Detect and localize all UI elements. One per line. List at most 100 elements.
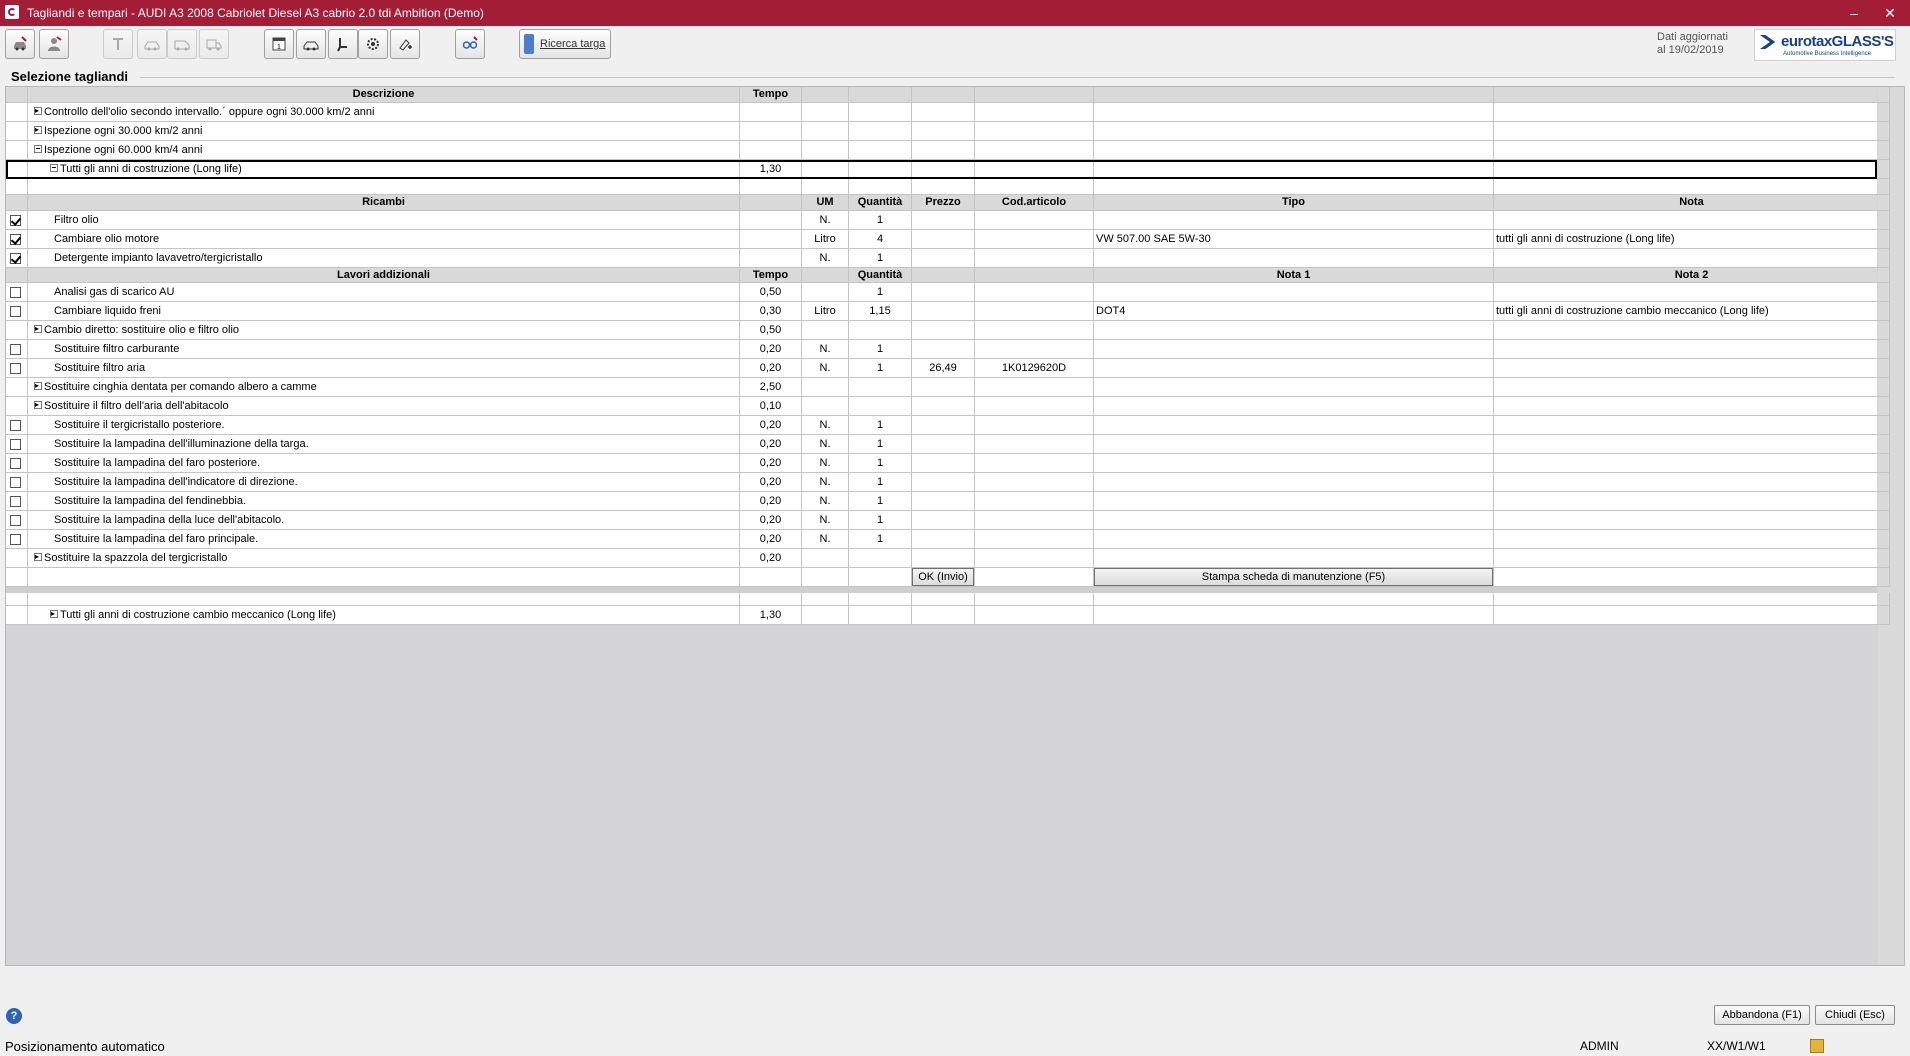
lavori-row[interactable]: Sostituire filtro aria 0,20 N. 1 26,49 1K0129… xyxy=(6,359,1890,378)
interval-row[interactable]: Tutti gli anni di costruzione cambio mec… xyxy=(6,606,1890,625)
lavori-row[interactable]: Cambio diretto: sostituire olio e filtro… xyxy=(6,321,1890,340)
van-button[interactable] xyxy=(167,29,197,59)
row-empty xyxy=(975,141,1094,160)
row-checkbox-cell xyxy=(6,283,28,302)
row-label: Detergente impianto lavavetro/tergicrist… xyxy=(54,252,263,264)
collapse-icon[interactable] xyxy=(50,164,58,173)
expand-icon[interactable] xyxy=(34,325,42,334)
row-checkbox[interactable] xyxy=(10,477,21,488)
row-label: Sostituire la lampadina del fendinebbia. xyxy=(54,495,247,507)
row-checkbox[interactable] xyxy=(10,253,21,264)
row-empty xyxy=(849,103,912,122)
row-empty xyxy=(912,593,975,606)
header-um: UM xyxy=(802,195,849,211)
lavori-label: Sostituire il filtro dell'aria dell'abit… xyxy=(28,397,740,416)
row-checkbox[interactable] xyxy=(10,439,21,450)
ricambi-row[interactable]: Detergente impianto lavavetro/tergicrist… xyxy=(6,249,1890,268)
row-checkbox[interactable] xyxy=(10,420,21,431)
close-icon[interactable]: ✕ xyxy=(1870,0,1910,26)
row-checkbox[interactable] xyxy=(10,234,21,245)
stampa-button[interactable]: Stampa scheda di manutenzione (F5) xyxy=(1094,568,1493,586)
lavori-row[interactable]: Sostituire la lampadina della luce dell'… xyxy=(6,511,1890,530)
row-label: Tutti gli anni di costruzione cambio mec… xyxy=(60,609,336,621)
lavori-row[interactable]: Sostituire la lampadina del faro posteri… xyxy=(6,454,1890,473)
lavori-row[interactable]: Sostituire il tergicristallo posteriore.… xyxy=(6,416,1890,435)
expand-icon[interactable] xyxy=(50,610,58,619)
ricambi-cod xyxy=(975,230,1094,249)
lavori-row[interactable]: Sostituire la lampadina dell'indicatore … xyxy=(6,473,1890,492)
row-checkbox[interactable] xyxy=(10,458,21,469)
expand-icon[interactable] xyxy=(34,401,42,410)
expand-icon[interactable] xyxy=(34,553,42,562)
car-small-button[interactable] xyxy=(137,29,167,59)
glasses-button[interactable] xyxy=(455,29,485,59)
ok-button[interactable]: OK (Invio) xyxy=(912,568,974,586)
car-service-button[interactable] xyxy=(5,29,35,59)
text-tool-button[interactable] xyxy=(103,29,133,59)
abbandona-button[interactable]: Abbandona (F1) xyxy=(1714,1005,1810,1025)
interval-row[interactable]: Controllo dell'olio secondo intervallo.´… xyxy=(6,103,1890,122)
calendar-button[interactable]: 1 xyxy=(264,29,294,59)
lavori-row[interactable]: Sostituire filtro carburante 0,20 N. 1 xyxy=(6,340,1890,359)
lavori-row[interactable]: Sostituire la lampadina dell'illuminazio… xyxy=(6,435,1890,454)
row-empty xyxy=(849,179,912,195)
ricambi-tipo xyxy=(1094,211,1494,230)
lavori-row[interactable]: Analisi gas di scarico AU 0,50 1 xyxy=(6,283,1890,302)
add-part-button[interactable] xyxy=(390,29,420,59)
lavori-row[interactable]: Sostituire la spazzola del tergicristall… xyxy=(6,549,1890,568)
lavori-um: N. xyxy=(802,416,849,435)
minimize-icon[interactable]: – xyxy=(1834,0,1874,26)
header-empty xyxy=(975,268,1094,283)
row-checkbox[interactable] xyxy=(10,363,21,374)
truck-button[interactable] xyxy=(199,29,229,59)
row-checkbox[interactable] xyxy=(10,515,21,526)
help-icon[interactable]: ? xyxy=(6,1008,22,1024)
header-empty xyxy=(802,268,849,283)
person-service-button[interactable] xyxy=(39,29,69,59)
lavori-row[interactable]: Sostituire il filtro dell'aria dell'abit… xyxy=(6,397,1890,416)
lavori-row[interactable]: Sostituire la lampadina del faro princip… xyxy=(6,530,1890,549)
collapse-icon[interactable] xyxy=(34,145,42,154)
ricambi-label: Filtro olio xyxy=(28,211,740,230)
expand-icon[interactable] xyxy=(34,382,42,391)
toolbar: 1 xyxy=(0,26,1910,68)
row-checkbox[interactable] xyxy=(10,287,21,298)
interval-row[interactable]: Tutti gli anni di costruzione (Long life… xyxy=(6,160,1890,179)
row-checkbox[interactable] xyxy=(10,215,21,226)
stampa-cell: Stampa scheda di manutenzione (F5) xyxy=(1094,568,1494,587)
lavori-row[interactable]: Sostituire la lampadina del fendinebbia.… xyxy=(6,492,1890,511)
lavori-row[interactable]: Cambiare liquido freni 0,30 Litro 1,15 DOT4 t… xyxy=(6,302,1890,321)
row-checkbox[interactable] xyxy=(10,344,21,355)
row-spacer xyxy=(6,103,28,122)
row-label: Cambiare liquido freni xyxy=(54,305,161,317)
header-descrizione[interactable]: Descrizione xyxy=(28,87,740,103)
row-checkbox[interactable] xyxy=(10,534,21,545)
settings-button[interactable] xyxy=(358,29,388,59)
expand-icon[interactable] xyxy=(34,107,42,116)
row-empty xyxy=(1094,122,1494,141)
ricambi-tempo xyxy=(740,230,802,249)
header-tempo[interactable]: Tempo xyxy=(740,87,802,103)
row-empty xyxy=(849,141,912,160)
chiudi-button[interactable]: Chiudi (Esc) xyxy=(1815,1005,1895,1025)
lavori-nota1 xyxy=(1094,454,1494,473)
lavori-row[interactable]: Sostituire cinghia dentata per comando a… xyxy=(6,378,1890,397)
row-spacer xyxy=(6,397,28,416)
lavori-label: Sostituire la lampadina dell'indicatore … xyxy=(28,473,740,492)
interval-row[interactable]: Ispezione ogni 60.000 km/4 anni xyxy=(6,141,1890,160)
ricerca-targa-button[interactable]: Ricerca targa xyxy=(519,29,611,59)
row-checkbox[interactable] xyxy=(10,496,21,507)
row-checkbox[interactable] xyxy=(10,306,21,317)
seat-button[interactable] xyxy=(328,29,358,59)
interval-row[interactable]: Ispezione ogni 30.000 km/2 anni xyxy=(6,122,1890,141)
row-label: Sostituire filtro carburante xyxy=(54,343,180,355)
row-empty xyxy=(28,179,740,195)
ricambi-row[interactable]: Cambiare olio motore Litro 4 VW 507.00 SAE … xyxy=(6,230,1890,249)
interval-label: Ispezione ogni 30.000 km/2 anni xyxy=(28,122,740,141)
row-label: Sostituire la lampadina della luce dell'… xyxy=(54,514,285,526)
car-body-button[interactable] xyxy=(296,29,326,59)
expand-icon[interactable] xyxy=(34,126,42,135)
ricambi-row[interactable]: Filtro olio N. 1 xyxy=(6,211,1890,230)
header-empty xyxy=(740,195,802,211)
lavori-label: Sostituire filtro carburante xyxy=(28,340,740,359)
